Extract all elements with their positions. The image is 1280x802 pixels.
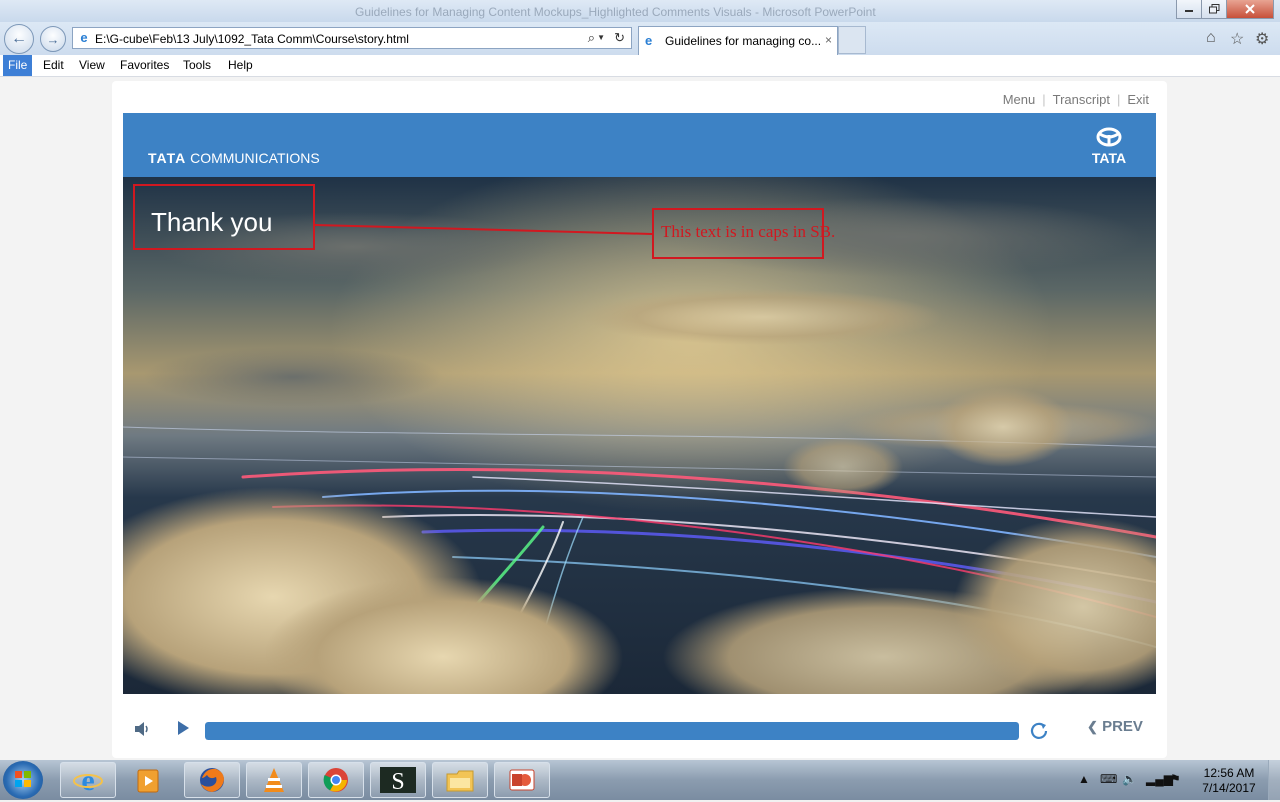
slide: TATA COMMUNICATIONS TATA Thank you This … (123, 113, 1156, 694)
tab-active[interactable]: e Guidelines for managing co... × (638, 26, 838, 55)
play-icon[interactable] (176, 720, 190, 736)
ie-page-icon: e (80, 30, 88, 45)
dropdown-arrow-icon[interactable]: ▼ (597, 33, 605, 42)
forward-arrow-icon: → (46, 31, 60, 47)
menu-help[interactable]: Help (223, 55, 258, 76)
svg-text:S: S (391, 769, 404, 795)
transcript-link[interactable]: Transcript (1053, 92, 1110, 107)
forward-button[interactable]: → (40, 26, 66, 52)
link-separator: | (1042, 92, 1046, 107)
menu-bar: File Edit View Favorites Tools Help (0, 55, 1280, 77)
clock[interactable]: 12:56 AM 7/14/2017 (1196, 766, 1262, 796)
prev-label: PREV (1102, 718, 1143, 735)
browser-nav-bar: ← → e E:\G-cube\Feb\13 July\1092_Tata Co… (0, 22, 1280, 55)
menu-file[interactable]: File (3, 55, 33, 76)
speaker-icon[interactable]: 🔈 (1122, 772, 1137, 786)
address-url[interactable]: E:\G-cube\Feb\13 July\1092_Tata Comm\Cou… (95, 32, 409, 46)
taskbar-firefox[interactable] (184, 762, 240, 798)
menu-favorites[interactable]: Favorites (115, 55, 174, 76)
close-window-button[interactable] (1226, 0, 1274, 19)
clock-time: 12:56 AM (1203, 766, 1255, 780)
refresh-icon[interactable]: ↻ (614, 30, 625, 46)
menu-tools[interactable]: Tools (178, 55, 216, 76)
slide-title: Thank you (151, 207, 273, 237)
tab-title[interactable]: Guidelines for managing co... (665, 34, 821, 48)
taskbar-media-player[interactable] (120, 762, 176, 798)
windows-logo-icon (15, 771, 31, 787)
ie-tab-icon: e (645, 33, 653, 48)
windows-taskbar: e S ▲ ⌨ 🔈 ▂▄▆ ⚑ 12:56 AM 7/14/2017 (0, 760, 1280, 800)
show-hidden-icons-icon[interactable]: ▲ (1078, 772, 1090, 786)
page-content: Menu | Transcript | Exit TATA COMMUNICATIONS… (0, 77, 1280, 760)
start-button[interactable] (3, 761, 43, 799)
gear-icon[interactable]: ⚙ (1255, 29, 1269, 49)
player-top-links: Menu | Transcript | Exit (1003, 92, 1149, 107)
taskbar-file-explorer[interactable] (432, 762, 488, 798)
taskbar-chrome[interactable] (308, 762, 364, 798)
taskbar-internet-explorer[interactable]: e (60, 762, 116, 798)
home-icon[interactable]: ⌂ (1206, 29, 1216, 47)
volume-icon[interactable] (134, 721, 152, 737)
show-desktop-button[interactable] (1268, 760, 1280, 800)
player-controls: ❮ PREV (112, 709, 1167, 749)
course-player: Menu | Transcript | Exit TATA COMMUNICATIONS… (112, 81, 1167, 758)
new-tab-button[interactable] (838, 26, 866, 54)
internet-explorer-icon: e (73, 765, 103, 795)
vlc-icon (264, 768, 284, 792)
menu-link[interactable]: Menu (1003, 92, 1036, 107)
window-title: Guidelines for Managing Content Mockups_… (355, 5, 876, 19)
menu-view[interactable]: View (74, 55, 110, 76)
restore-icon (1208, 4, 1219, 14)
prev-button[interactable]: ❮ PREV (1087, 718, 1143, 735)
back-button[interactable]: ← (4, 24, 34, 54)
svg-text:e: e (81, 765, 94, 795)
s-app-icon: S (380, 767, 416, 795)
file-explorer-icon (446, 770, 474, 792)
link-separator: | (1116, 92, 1121, 107)
window-title-bar: Guidelines for Managing Content Mockups_… (0, 0, 1280, 22)
progress-fill (205, 722, 1019, 740)
network-signal-icon[interactable]: ▂▄▆ (1146, 772, 1173, 786)
exit-link[interactable]: Exit (1127, 92, 1149, 107)
taskbar-powerpoint[interactable] (494, 762, 550, 798)
annotation-comment-text: This text is in caps in SB. (661, 222, 836, 241)
chevron-left-icon: ❮ (1087, 719, 1098, 734)
media-player-icon (137, 769, 159, 793)
clock-date: 7/14/2017 (1202, 781, 1256, 795)
action-center-icon[interactable]: ⚑ (1170, 772, 1181, 786)
taskbar-s-app[interactable]: S (370, 762, 426, 798)
back-arrow-icon: ← (11, 30, 27, 47)
progress-bar[interactable] (205, 722, 1019, 740)
favorites-star-icon[interactable]: ☆ (1230, 29, 1244, 49)
minimize-icon (1185, 10, 1193, 12)
powerpoint-icon (509, 769, 535, 791)
replay-icon[interactable] (1029, 721, 1049, 741)
taskbar-vlc[interactable] (246, 762, 302, 798)
firefox-icon (200, 768, 224, 792)
menu-edit[interactable]: Edit (38, 55, 69, 76)
device-icon[interactable]: ⌨ (1100, 772, 1117, 786)
close-icon (1245, 4, 1255, 14)
tab-close-icon[interactable]: × (825, 33, 832, 47)
maximize-button[interactable] (1201, 0, 1227, 19)
search-icon[interactable]: ⌕ (588, 30, 595, 46)
chrome-icon (323, 768, 348, 792)
minimize-button[interactable] (1176, 0, 1202, 19)
address-bar[interactable]: e E:\G-cube\Feb\13 July\1092_Tata Comm\C… (72, 27, 632, 49)
